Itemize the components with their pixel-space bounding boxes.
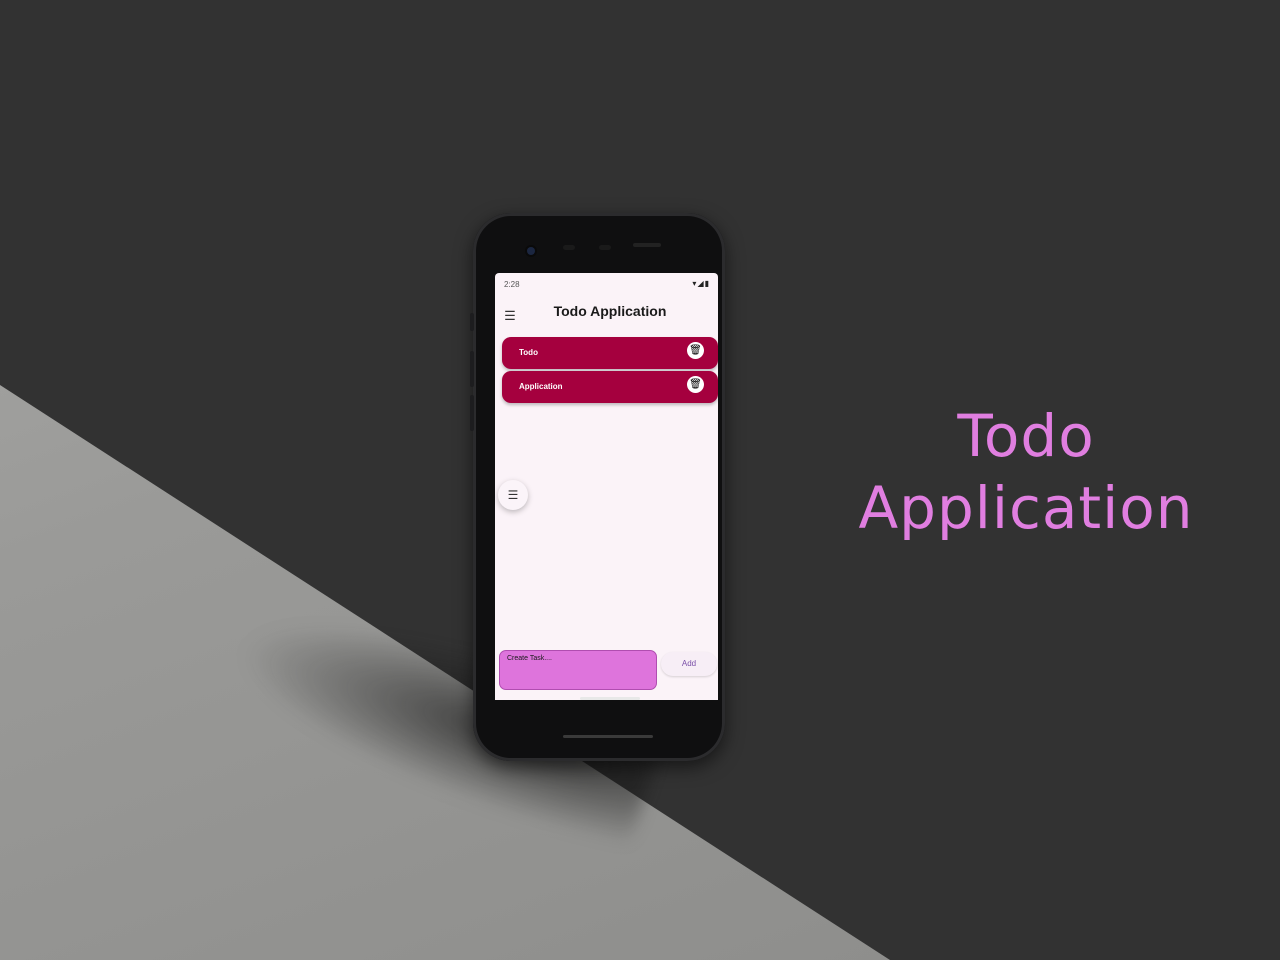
todo-item[interactable]: Todo 🗑 — [502, 337, 718, 369]
hero-title-line1: Todo — [957, 402, 1095, 470]
status-icons: ▾◢▮ — [692, 279, 710, 288]
app-bar: ☰ Todo Application — [495, 297, 718, 333]
earpiece-speaker — [633, 243, 661, 247]
app-screen: 2:28 ▾◢▮ ☰ Todo Application Todo 🗑 Appli… — [495, 273, 718, 700]
floating-menu-button[interactable]: ☰ — [498, 480, 528, 510]
add-button[interactable]: Add — [661, 652, 717, 676]
hero-title: Todo Application — [846, 400, 1206, 544]
home-indicator[interactable] — [580, 697, 640, 700]
create-task-placeholder: Create Task.... — [507, 655, 553, 662]
phone-device: 2:28 ▾◢▮ ☰ Todo Application Todo 🗑 Appli… — [470, 213, 725, 761]
delete-icon[interactable]: 🗑 — [687, 376, 704, 393]
todo-item[interactable]: Application 🗑 — [502, 371, 718, 403]
status-time: 2:28 — [504, 280, 520, 289]
volume-down-button — [470, 395, 474, 431]
mute-switch — [470, 313, 474, 331]
sensor — [599, 245, 611, 250]
page-title: Todo Application — [553, 303, 667, 319]
volume-up-button — [470, 351, 474, 387]
sensor — [563, 245, 575, 250]
delete-icon[interactable]: 🗑 — [687, 342, 704, 359]
menu-icon[interactable]: ☰ — [501, 307, 519, 325]
status-bar: 2:28 ▾◢▮ — [495, 279, 718, 291]
phone-bottom-edge — [563, 735, 653, 738]
mockup-scene: Todo Application 2:28 ▾◢▮ ☰ Todo Applica… — [0, 0, 1280, 960]
create-task-input[interactable]: Create Task.... — [499, 650, 657, 690]
todo-item-label: Todo — [519, 348, 538, 357]
todo-item-label: Application — [519, 382, 563, 391]
front-camera — [527, 247, 535, 255]
hero-title-line2: Application — [858, 474, 1194, 542]
